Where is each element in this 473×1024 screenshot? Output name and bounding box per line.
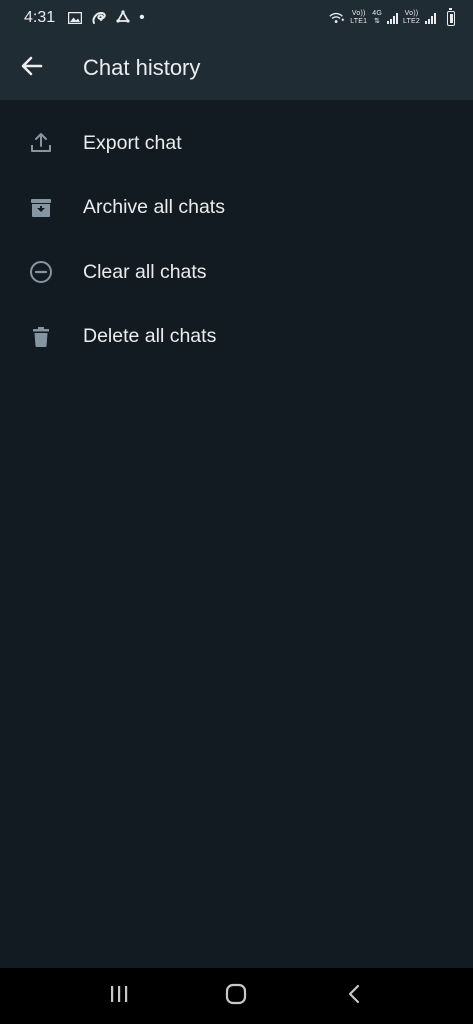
network-type: 4G ⇅ (372, 10, 382, 26)
notification-dot-icon: • (139, 9, 145, 26)
sim2-label: Vo)) LTE2 (403, 10, 420, 26)
wifi-calling-icon (329, 10, 345, 26)
sim2-lte: LTE2 (402, 18, 420, 25)
menu-item-delete-all-chats[interactable]: Delete all chats (0, 305, 473, 370)
screen: 4:31 • Vo)) LTE1 4G ⇅ Vo)) LTE2 Chat his… (0, 0, 473, 1024)
recent-apps-icon (109, 985, 129, 1008)
minus-circle-icon (0, 260, 83, 284)
back-icon (347, 984, 361, 1009)
home-button[interactable] (206, 968, 266, 1024)
sim1-volte: Vo)) (351, 10, 366, 17)
status-bar: 4:31 • Vo)) LTE1 4G ⇅ Vo)) LTE2 (0, 0, 473, 36)
signal-2-icon (425, 12, 436, 24)
recent-apps-button[interactable] (89, 968, 149, 1024)
menu-item-label: Clear all chats (83, 260, 207, 283)
arrow-left-icon (21, 56, 43, 81)
network-type-label: 4G (372, 10, 382, 17)
menu-item-export-chat[interactable]: Export chat (0, 111, 473, 176)
status-time: 4:31 (24, 9, 56, 26)
menu-item-label: Export chat (83, 131, 182, 154)
menu-item-label: Archive all chats (83, 196, 225, 219)
sim1-label: Vo)) LTE1 (350, 10, 367, 26)
status-left: 4:31 • (24, 9, 145, 27)
back-button[interactable] (0, 36, 64, 100)
nav-bar (0, 968, 473, 1024)
signal-1-icon (386, 12, 398, 24)
status-right: Vo)) LTE1 4G ⇅ Vo)) LTE2 (329, 7, 455, 26)
airtel-icon (91, 10, 107, 26)
sync-icon (115, 10, 131, 26)
page-title: Chat history (83, 55, 201, 80)
archive-icon (0, 196, 83, 220)
app-bar: Chat history (0, 36, 473, 100)
home-icon (225, 983, 247, 1010)
back-nav-button[interactable] (324, 968, 384, 1024)
gallery-icon (67, 10, 83, 26)
upload-icon (0, 131, 83, 155)
data-arrows-icon: ⇅ (374, 18, 381, 25)
sim1-lte: LTE1 (350, 18, 368, 25)
menu-item-label: Delete all chats (83, 325, 217, 348)
sim2-volte: Vo)) (404, 10, 419, 17)
menu-list: Export chat Archive all chats Clear all … (0, 111, 473, 369)
menu-item-archive-all-chats[interactable]: Archive all chats (0, 176, 473, 241)
menu-item-clear-all-chats[interactable]: Clear all chats (0, 240, 473, 305)
battery-icon (447, 7, 455, 26)
trash-icon (0, 325, 83, 349)
